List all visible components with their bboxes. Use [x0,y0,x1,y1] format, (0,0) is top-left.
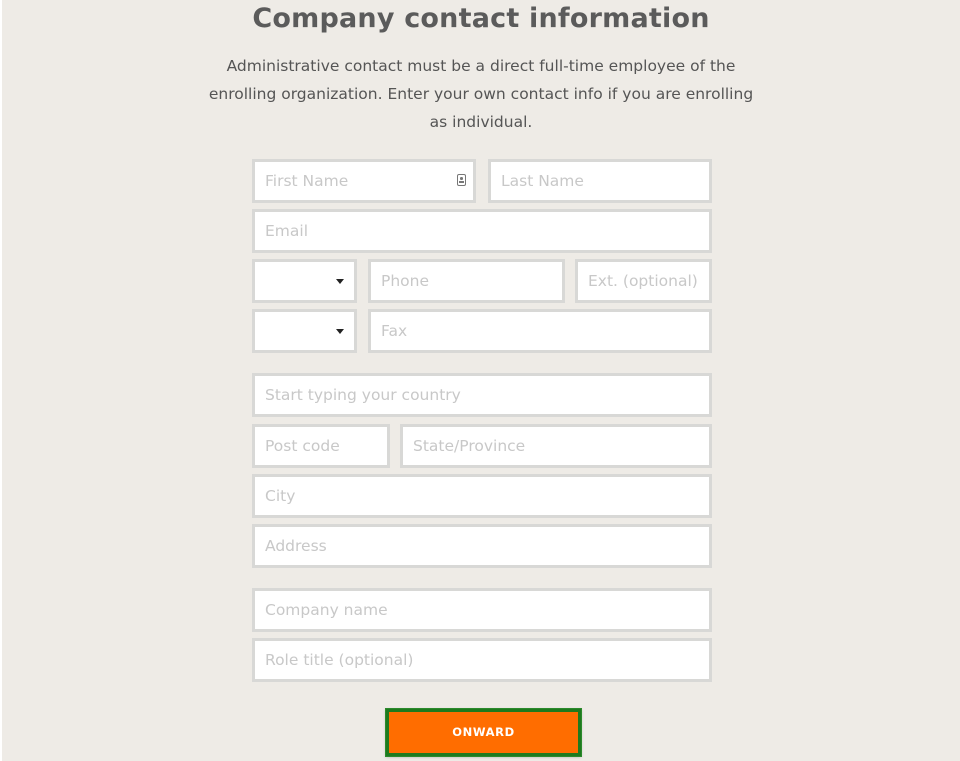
last-name-field [488,159,712,203]
fax-country-code-select[interactable] [252,309,357,353]
caret-down-icon [336,329,344,334]
phone-ext-input[interactable] [578,262,709,300]
caret-down-icon [336,279,344,284]
company-name-input[interactable] [255,591,709,629]
phone-field [368,259,565,303]
role-title-field [252,638,712,682]
address-input[interactable] [255,527,709,565]
fax-field [368,309,712,353]
state-province-input[interactable] [403,427,709,465]
phone-country-code-select[interactable] [252,259,357,303]
post-code-field [252,424,390,468]
page-title: Company contact information [252,3,710,34]
first-name-input[interactable] [255,162,473,200]
phone-ext-field [575,259,712,303]
city-input[interactable] [255,477,709,515]
first-name-field [252,159,476,203]
state-province-field [400,424,712,468]
onward-button[interactable]: ONWARD [386,709,581,756]
email-input[interactable] [255,212,709,250]
contact-card-icon[interactable] [457,174,466,186]
role-title-input[interactable] [255,641,709,679]
city-field [252,474,712,518]
page-description: Administrative contact must be a direct … [208,57,754,131]
last-name-input[interactable] [491,162,709,200]
address-field [252,524,712,568]
email-field [252,209,712,253]
contact-form-page: Company contact information Administrati… [2,0,960,761]
company-name-field [252,588,712,632]
country-field [252,373,712,417]
fax-input[interactable] [371,312,709,350]
country-input[interactable] [255,376,709,414]
phone-input[interactable] [371,262,562,300]
post-code-input[interactable] [255,427,387,465]
